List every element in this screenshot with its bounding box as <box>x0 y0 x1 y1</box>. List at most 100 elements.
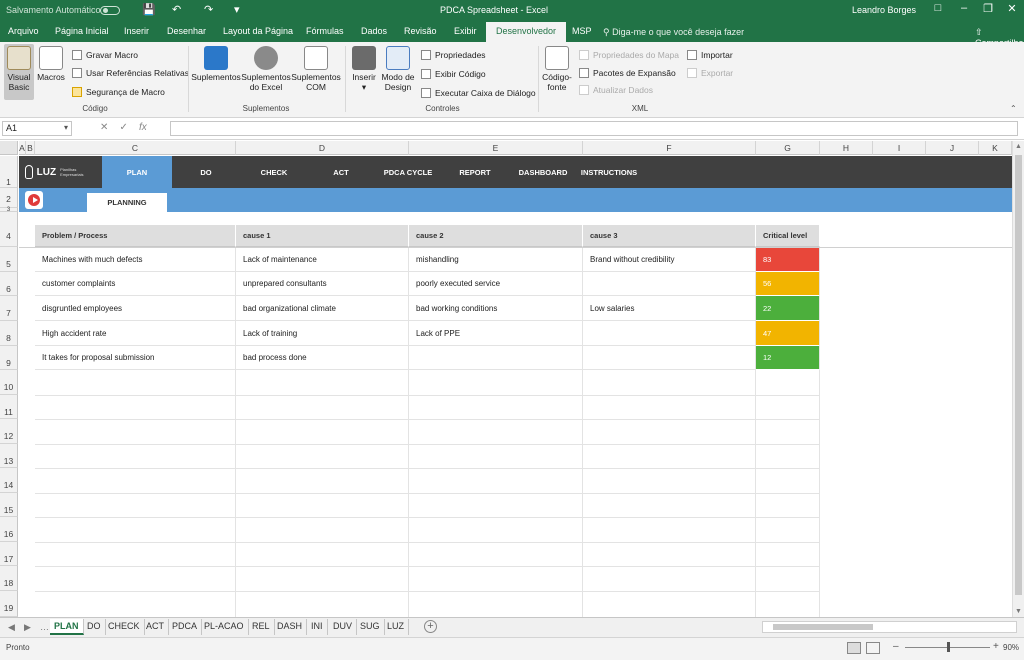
cell-critical-level[interactable]: 12 <box>756 346 820 370</box>
column-header[interactable]: J <box>926 141 979 155</box>
cell-cause-1[interactable]: bad organizational climate <box>236 296 409 321</box>
next-sheet-icon[interactable]: ▶ <box>24 622 31 633</box>
undo-icon[interactable]: ↶ <box>172 3 181 16</box>
cell-cause-1[interactable]: Lack of training <box>236 321 409 346</box>
sheet-tab-act[interactable]: ACT <box>142 619 169 635</box>
row-header[interactable]: 15 <box>0 493 18 517</box>
cell-critical-level[interactable]: 22 <box>756 296 820 321</box>
normal-view-icon[interactable] <box>847 642 861 654</box>
zoom-slider-handle[interactable] <box>947 642 950 652</box>
collapse-ribbon-icon[interactable]: ⌃ <box>1010 104 1017 113</box>
import-button[interactable]: Importar <box>687 50 733 60</box>
cell-cause-2[interactable]: poorly executed service <box>409 272 583 296</box>
zoom-out-icon[interactable]: – <box>893 641 899 652</box>
cell-critical-level[interactable]: 56 <box>756 272 820 296</box>
nav-act[interactable]: ACT <box>308 156 374 188</box>
zoom-in-icon[interactable]: + <box>993 641 999 652</box>
sheet-tab-do[interactable]: DO <box>83 619 106 635</box>
save-icon[interactable]: 💾 <box>142 3 156 16</box>
row-header[interactable]: 16 <box>0 517 18 542</box>
column-header[interactable]: E <box>409 141 583 155</box>
horizontal-scroll-thumb[interactable] <box>773 624 873 630</box>
refresh-data-button[interactable]: Atualizar Dados <box>579 85 653 95</box>
vertical-scroll-thumb[interactable] <box>1015 155 1022 595</box>
row-header[interactable]: 2 <box>0 188 18 208</box>
sheet-tab-sug[interactable]: SUG <box>356 619 385 635</box>
name-box[interactable]: A1 <box>2 121 72 136</box>
nav-dashboard[interactable]: DASHBOARD <box>508 156 578 188</box>
row-header[interactable]: 14 <box>0 468 18 493</box>
cell-cause-3[interactable]: Brand without credibility <box>583 248 756 272</box>
cell-cause-2[interactable]: mishandling <box>409 248 583 272</box>
prev-sheet-icon[interactable]: ◀ <box>8 622 15 633</box>
cell-cause-3[interactable] <box>583 321 756 346</box>
redo-icon[interactable]: ↷ <box>204 3 213 16</box>
row-header[interactable]: 10 <box>0 370 18 395</box>
cell-problem[interactable]: It takes for proposal submission <box>35 346 236 370</box>
ribbon-display-icon[interactable]: □ <box>928 2 948 14</box>
close-icon[interactable]: ✕ <box>1002 2 1022 15</box>
worksheet-grid[interactable]: A B C D E F G H I J K 1 2 3 4 5 6 7 8 9 … <box>0 141 1012 617</box>
row-header[interactable]: 18 <box>0 566 18 591</box>
tab-arquivo[interactable]: Arquivo <box>8 26 39 36</box>
relative-references-button[interactable]: Usar Referências Relativas <box>72 68 189 78</box>
nav-report[interactable]: REPORT <box>442 156 508 188</box>
cell-cause-2[interactable]: bad working conditions <box>409 296 583 321</box>
macros-button[interactable]: Macros <box>36 46 66 82</box>
com-add-ins-button[interactable]: Suplementos COM <box>291 46 341 92</box>
nav-pdca-cycle[interactable]: PDCA CYCLE <box>374 156 442 188</box>
row-header[interactable]: 5 <box>0 247 18 272</box>
row-header[interactable]: 7 <box>0 296 18 321</box>
add-ins-button[interactable]: Suplementos <box>191 46 241 82</box>
nav-check[interactable]: CHECK <box>240 156 308 188</box>
cell-cause-2[interactable] <box>409 346 583 370</box>
sheet-tab-plan[interactable]: PLAN <box>50 619 84 635</box>
tab-formulas[interactable]: Fórmulas <box>306 26 344 36</box>
nav-do[interactable]: DO <box>172 156 240 188</box>
sheet-tab-check[interactable]: CHECK <box>104 619 145 635</box>
cell-cause-1[interactable]: unprepared consultants <box>236 272 409 296</box>
tab-desenvolvedor[interactable]: Desenvolvedor <box>486 22 567 42</box>
sheet-tab-duv[interactable]: DUV <box>329 619 358 635</box>
row-header[interactable]: 1 <box>0 156 18 188</box>
tab-desenhar[interactable]: Desenhar <box>167 26 206 36</box>
formula-input[interactable] <box>170 121 1018 136</box>
user-name[interactable]: Leandro Borges <box>852 5 916 15</box>
sheet-tab-pdca[interactable]: PDCA <box>168 619 203 635</box>
cell-problem[interactable]: disgruntled employees <box>35 296 236 321</box>
tab-dados[interactable]: Dados <box>361 26 387 36</box>
autosave-toggle[interactable] <box>100 6 120 15</box>
design-mode-button[interactable]: Modo de Design <box>380 46 416 92</box>
cell-cause-1[interactable]: bad process done <box>236 346 409 370</box>
select-all-corner[interactable] <box>0 141 18 155</box>
map-properties-button[interactable]: Propriedades do Mapa <box>579 50 679 60</box>
vertical-scrollbar[interactable]: ▲ ▼ <box>1012 141 1024 617</box>
cell-problem[interactable]: Machines with much defects <box>35 248 236 272</box>
column-header[interactable]: I <box>873 141 926 155</box>
source-button[interactable]: Código-fonte <box>540 46 574 92</box>
sheet-tab-luz[interactable]: LUZ <box>383 619 410 635</box>
row-header[interactable]: 17 <box>0 542 18 566</box>
expansion-packs-button[interactable]: Pacotes de Expansão <box>579 68 676 78</box>
row-header[interactable]: 13 <box>0 444 18 468</box>
cell-problem[interactable]: High accident rate <box>35 321 236 346</box>
visual-basic-button[interactable]: Visual Basic <box>4 44 34 100</box>
column-header[interactable]: B <box>26 141 35 155</box>
sheet-tab-pl-acao[interactable]: PL-ACAO <box>200 619 249 635</box>
excel-add-ins-button[interactable]: Suplementos do Excel <box>241 46 291 92</box>
column-header[interactable]: K <box>979 141 1012 155</box>
page-layout-view-icon[interactable] <box>866 642 880 654</box>
add-sheet-icon[interactable]: + <box>424 620 437 633</box>
tab-pagina-inicial[interactable]: Página Inicial <box>55 26 109 36</box>
tab-inserir[interactable]: Inserir <box>124 26 149 36</box>
run-dialog-button[interactable]: Executar Caixa de Diálogo <box>421 88 536 98</box>
row-header[interactable]: 9 <box>0 346 18 370</box>
cell-cause-3[interactable] <box>583 272 756 296</box>
function-icon[interactable]: fx <box>139 122 147 133</box>
row-header[interactable]: 8 <box>0 321 18 346</box>
row-header[interactable]: 6 <box>0 272 18 296</box>
scroll-down-icon[interactable]: ▼ <box>1015 608 1022 615</box>
nav-plan[interactable]: PLAN <box>102 156 172 188</box>
row-header[interactable]: 4 <box>0 212 18 247</box>
tab-revisao[interactable]: Revisão <box>404 26 437 36</box>
